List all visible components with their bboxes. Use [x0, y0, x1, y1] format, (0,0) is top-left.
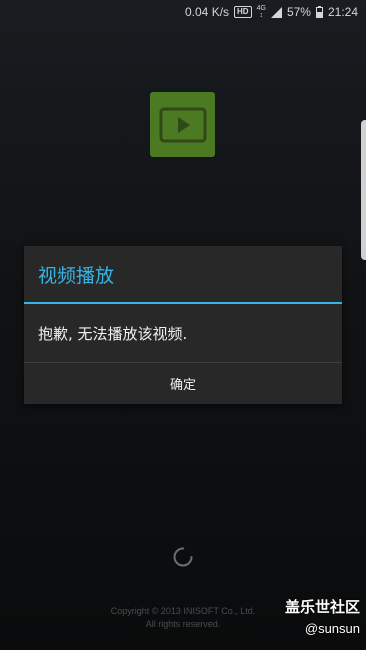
network-activity-icon: ↕: [259, 12, 264, 19]
screen: 0.04 K/s HD 4G ↕ 57% 21:24 视频播放 抱歉, 无法播放…: [0, 0, 366, 650]
signal-icon: [270, 6, 282, 18]
dialog-message: 抱歉, 无法播放该视频.: [38, 324, 188, 343]
battery-percent: 57%: [286, 5, 311, 19]
error-dialog: 视频播放 抱歉, 无法播放该视频. 确定: [24, 246, 342, 404]
watermark-site: 盖乐世社区: [284, 599, 360, 616]
status-bar: 0.04 K/s HD 4G ↕ 57% 21:24: [0, 0, 366, 24]
dialog-title: 视频播放: [38, 264, 115, 287]
clock: 21:24: [327, 5, 358, 19]
app-logo: [150, 92, 215, 157]
video-play-icon: [159, 107, 206, 142]
network-type: 4G ↕: [257, 5, 266, 19]
net-speed: 0.04 K/s: [185, 5, 230, 19]
ok-button[interactable]: 确定: [24, 363, 342, 404]
loading-spinner-icon: [173, 547, 193, 567]
edge-panel-handle[interactable]: [361, 120, 366, 260]
watermark: 盖乐世社区 @sunsun: [285, 598, 360, 638]
hd-badge: HD: [234, 6, 252, 18]
network-type-label: 4G: [256, 5, 266, 12]
watermark-user: @sunsun: [304, 621, 360, 636]
battery-icon: [315, 6, 323, 18]
